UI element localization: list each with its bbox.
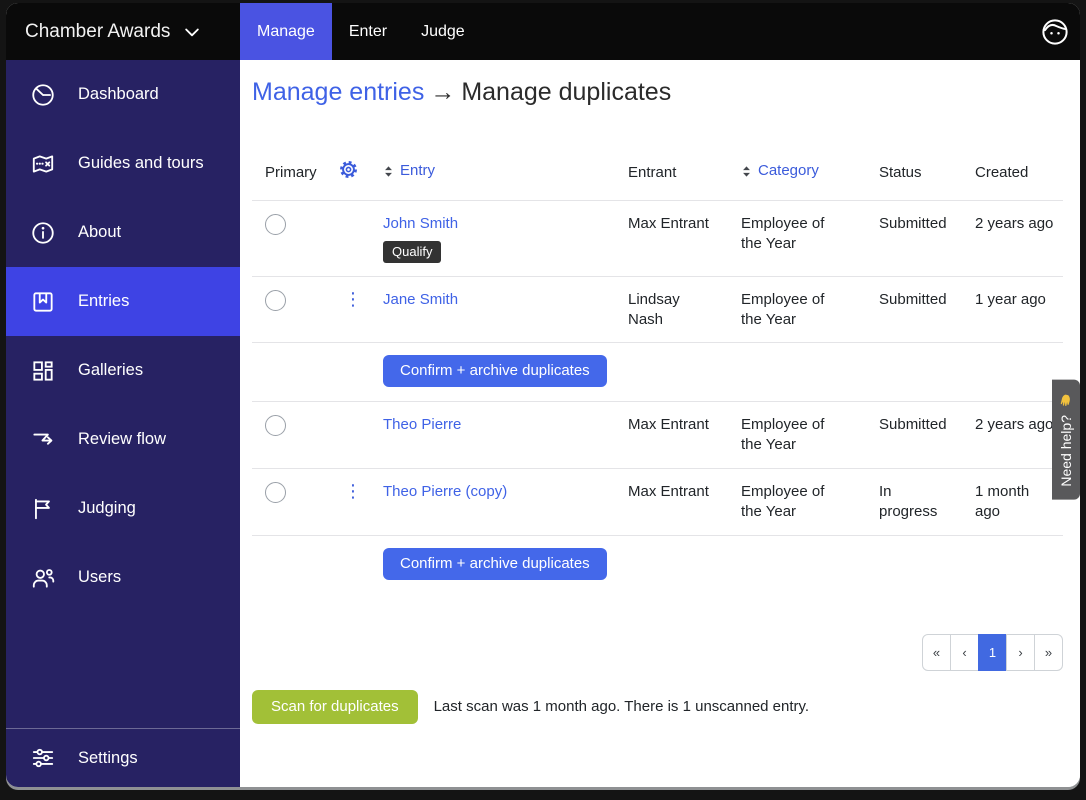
sort-icon	[741, 165, 752, 178]
duplicates-table: Primary Entry Entran	[252, 153, 1063, 594]
gear-icon[interactable]	[338, 159, 359, 180]
main-content: Manage entries→Manage duplicates Primary	[240, 60, 1080, 787]
grid-icon	[30, 358, 56, 384]
tab-enter[interactable]: Enter	[332, 3, 404, 60]
wave-hand-icon	[1059, 393, 1074, 408]
app-title: Chamber Awards	[25, 21, 170, 43]
sidebar-item-review-flow[interactable]: Review flow	[6, 405, 240, 474]
entry-link[interactable]: Theo Pierre	[383, 416, 461, 433]
table-row: Theo Pierre Max Entrant Employee of the …	[252, 402, 1063, 469]
category-cell: Employee of the Year	[741, 482, 849, 522]
status-cell: Submitted	[879, 415, 975, 435]
entrant-cell: Max Entrant	[628, 415, 741, 435]
status-cell: In progress	[879, 482, 941, 522]
tab-manage[interactable]: Manage	[240, 3, 332, 60]
users-icon	[30, 565, 56, 591]
sort-icon	[383, 165, 394, 178]
top-bar: Chamber Awards Manage Enter Judge	[6, 3, 1080, 60]
created-cell: 1 year ago	[975, 290, 1063, 310]
flag-icon	[30, 496, 56, 522]
bookmark-icon	[30, 289, 56, 315]
column-header-category-sort[interactable]: Category	[741, 161, 819, 181]
primary-radio[interactable]	[265, 482, 286, 503]
account-menu-button[interactable]	[1030, 3, 1080, 60]
app-window: Chamber Awards Manage Enter Judge	[6, 3, 1080, 787]
confirm-archive-button[interactable]: Confirm + archive duplicates	[383, 548, 607, 580]
entrant-cell: Lindsay Nash	[628, 290, 690, 330]
column-header-entry-sort[interactable]: Entry	[383, 161, 435, 181]
category-cell: Employee of the Year	[741, 415, 849, 455]
info-icon	[30, 220, 56, 246]
column-header-primary: Primary	[265, 163, 338, 183]
column-header-created: Created	[975, 163, 1063, 183]
last-scan-status-text: Last scan was 1 month ago. There is 1 un…	[434, 698, 810, 715]
entrant-cell: Max Entrant	[628, 482, 741, 502]
page-title: Manage entries→Manage duplicates	[252, 78, 1063, 107]
qualify-badge: Qualify	[383, 241, 441, 263]
table-row: John Smith Qualify Max Entrant Employee …	[252, 201, 1063, 277]
created-cell: 2 years ago	[975, 415, 1063, 435]
sidebar-item-galleries[interactable]: Galleries	[6, 336, 240, 405]
map-icon	[30, 151, 56, 177]
entry-link[interactable]: Theo Pierre (copy)	[383, 483, 507, 500]
need-help-tab[interactable]: Need help?	[1052, 380, 1080, 500]
pagination-last-button[interactable]: »	[1034, 634, 1063, 671]
pagination-page-1-button[interactable]: 1	[978, 634, 1007, 671]
sidebar-item-settings[interactable]: Settings	[6, 728, 240, 787]
group-action-row: Confirm + archive duplicates	[252, 343, 1063, 402]
primary-radio[interactable]	[265, 415, 286, 436]
table-header-row: Primary Entry Entran	[252, 153, 1063, 201]
topbar-spacer	[482, 3, 1030, 60]
primary-radio[interactable]	[265, 214, 286, 235]
kebab-menu-icon[interactable]: ⋮	[338, 288, 368, 310]
column-header-entrant: Entrant	[628, 163, 741, 183]
group-action-row: Confirm + archive duplicates	[252, 536, 1063, 594]
sidebar-spacer	[6, 612, 240, 728]
chevron-down-icon	[182, 22, 202, 42]
pagination-next-button[interactable]: ›	[1006, 634, 1035, 671]
status-cell: Submitted	[879, 290, 975, 310]
status-cell: Submitted	[879, 214, 975, 234]
app-switcher[interactable]: Chamber Awards	[6, 3, 240, 60]
table-row: ⋮ Jane Smith Lindsay Nash Employee of th…	[252, 277, 1063, 344]
need-help-label: Need help?	[1058, 415, 1074, 487]
category-cell: Employee of the Year	[741, 290, 849, 330]
created-cell: 1 month ago	[975, 482, 1037, 522]
category-cell: Employee of the Year	[741, 214, 849, 254]
sidebar-item-users[interactable]: Users	[6, 543, 240, 612]
sidebar-item-guides[interactable]: Guides and tours	[6, 129, 240, 198]
user-face-icon	[1040, 17, 1070, 47]
entry-link[interactable]: Jane Smith	[383, 291, 458, 308]
pagination-first-button[interactable]: «	[922, 634, 951, 671]
pagination-prev-button[interactable]: ‹	[950, 634, 979, 671]
column-header-status: Status	[879, 163, 975, 183]
pagination: « ‹ 1 › »	[252, 634, 1063, 671]
flow-arrow-icon	[30, 427, 56, 453]
breadcrumb-arrow: →	[424, 78, 461, 106]
entrant-cell: Max Entrant	[628, 214, 741, 234]
entry-link[interactable]: John Smith	[383, 215, 458, 232]
sidebar-item-dashboard[interactable]: Dashboard	[6, 60, 240, 129]
dashboard-icon	[30, 82, 56, 108]
sidebar: Dashboard Guides and tours About	[6, 60, 240, 787]
sidebar-item-judging[interactable]: Judging	[6, 474, 240, 543]
sidebar-item-entries[interactable]: Entries	[6, 267, 240, 336]
scan-for-duplicates-button[interactable]: Scan for duplicates	[252, 690, 418, 724]
created-cell: 2 years ago	[975, 214, 1063, 234]
table-row: ⋮ Theo Pierre (copy) Max Entrant Employe…	[252, 469, 1063, 536]
primary-radio[interactable]	[265, 290, 286, 311]
breadcrumb-manage-entries-link[interactable]: Manage entries	[252, 78, 424, 106]
tab-judge[interactable]: Judge	[404, 3, 482, 60]
scan-section: Scan for duplicates Last scan was 1 mont…	[252, 690, 1063, 724]
sliders-icon	[30, 745, 56, 771]
sidebar-item-about[interactable]: About	[6, 198, 240, 267]
breadcrumb-current: Manage duplicates	[461, 78, 671, 106]
confirm-archive-button[interactable]: Confirm + archive duplicates	[383, 355, 607, 387]
kebab-menu-icon[interactable]: ⋮	[338, 480, 368, 502]
